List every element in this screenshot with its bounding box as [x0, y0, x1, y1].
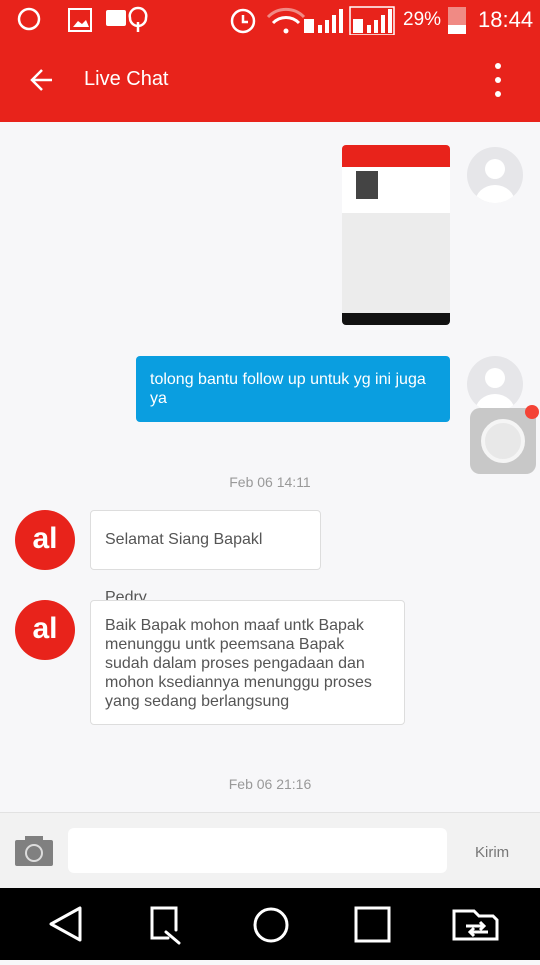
user-avatar	[467, 356, 523, 412]
date-separator: Feb 06 21:16	[228, 776, 312, 792]
battery-percent: 29%	[403, 9, 442, 30]
app-bar: Live Chat	[0, 40, 540, 122]
message-input[interactable]	[68, 828, 447, 873]
message-text: tolong bantu follow up untuk yg ini juga…	[150, 371, 426, 407]
camera-icon[interactable]	[14, 835, 54, 867]
agent-avatar: al	[15, 510, 75, 570]
image-message[interactable]	[342, 145, 450, 325]
input-bar: Kirim	[0, 812, 540, 888]
nav-home-icon[interactable]	[253, 907, 289, 943]
status-bar: 29% 18:44	[0, 0, 540, 40]
message-text: Baik Bapak mohon maaf untk Bapak menungg…	[105, 617, 372, 710]
send-button[interactable]: Kirim	[475, 844, 509, 861]
floating-assistive-button[interactable]	[470, 405, 539, 474]
more-options-icon[interactable]	[490, 62, 506, 100]
user-message-bubble: tolong bantu follow up untuk yg ini juga…	[136, 356, 450, 422]
nav-recents-icon[interactable]	[354, 906, 391, 943]
battery-icon	[448, 7, 466, 34]
nav-sim-switch-icon[interactable]	[452, 909, 499, 941]
notification-icons	[17, 6, 148, 32]
agent-message-bubble: Selamat Siang Bapakl Pedry	[90, 510, 321, 606]
clock: 18:44	[478, 7, 534, 32]
system-icons	[230, 6, 395, 35]
date-separator: Feb 06 14:11	[229, 474, 311, 490]
nav-back-icon[interactable]	[49, 906, 82, 942]
agent-message-bubble: Baik Bapak mohon maaf untk Bapak menungg…	[90, 600, 405, 725]
message-text: Selamat Siang Bapakl Pedry	[105, 531, 263, 606]
agent-avatar: al	[15, 600, 75, 660]
page-title: Live Chat	[84, 68, 169, 90]
back-arrow-icon[interactable]	[28, 66, 56, 94]
nav-screenshot-icon[interactable]	[150, 906, 181, 945]
navigation-bar	[0, 888, 540, 960]
user-avatar	[467, 147, 523, 203]
